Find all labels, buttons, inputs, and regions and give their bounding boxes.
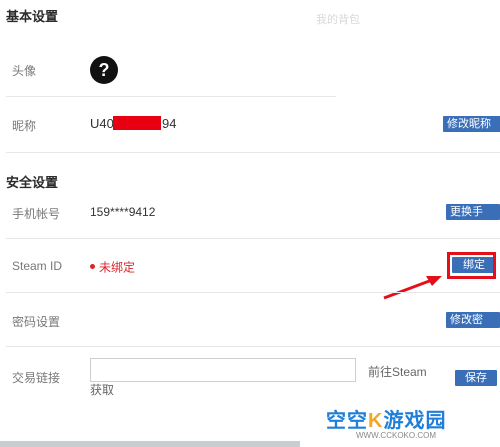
divider	[6, 96, 336, 97]
backpack-tab-faint: 我的背包	[316, 14, 360, 26]
trade-link-label: 交易链接	[12, 371, 61, 385]
steam-id-label: Steam ID	[12, 259, 63, 273]
trade-link-input[interactable]	[90, 358, 356, 382]
avatar-label: 头像	[12, 64, 37, 78]
nickname-redaction	[113, 116, 161, 130]
divider	[6, 346, 500, 347]
watermark-logo: 空空K游戏园	[326, 404, 446, 433]
steam-status-text: 未绑定	[99, 260, 136, 275]
phone-label: 手机帐号	[12, 207, 61, 221]
watermark-url: WWW.CCKOKO.COM	[356, 431, 436, 440]
watermark-k-icon: K	[368, 410, 384, 432]
password-label: 密码设置	[12, 315, 61, 329]
edit-password-button[interactable]: 修改密	[446, 312, 500, 328]
divider	[6, 292, 500, 293]
nickname-prefix: U40	[90, 116, 114, 131]
bottom-scroll-strip	[0, 441, 300, 447]
nickname-label: 昵称	[12, 119, 37, 133]
highlight-box	[447, 252, 496, 279]
status-dot-icon	[90, 264, 95, 270]
save-button[interactable]: 保存	[455, 370, 497, 386]
phone-value: 159****9412	[90, 205, 156, 219]
edit-nickname-button[interactable]: 修改昵称	[443, 116, 500, 132]
divider	[6, 152, 500, 153]
goto-steam-link[interactable]: 前往Steam	[368, 363, 427, 380]
divider	[6, 238, 500, 239]
nickname-suffix: 94	[162, 116, 177, 131]
watermark-text-2: 游戏园	[383, 410, 447, 432]
steam-status: 未绑定	[90, 258, 135, 276]
change-phone-button[interactable]: 更换手	[446, 204, 500, 220]
watermark-text: 空空	[326, 410, 368, 432]
arrow-annotation-icon	[383, 276, 442, 300]
basic-settings-title: 基本设置	[6, 9, 59, 24]
avatar-help-icon[interactable]: ?	[90, 56, 118, 84]
security-settings-title: 安全设置	[6, 175, 59, 190]
fetch-link[interactable]: 获取	[90, 381, 114, 398]
